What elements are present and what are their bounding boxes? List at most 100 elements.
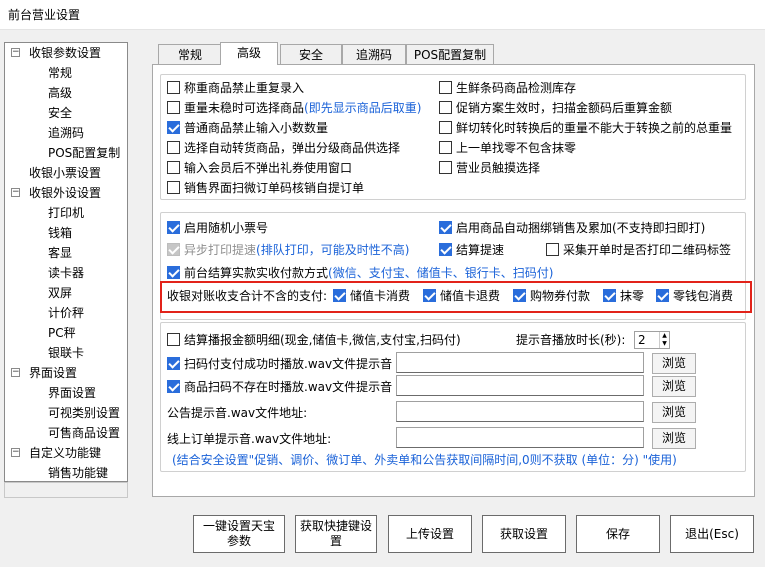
browse-button-online-order[interactable]: 浏览 bbox=[652, 428, 696, 449]
tab-pos-copy[interactable]: POS配置复制 bbox=[406, 44, 494, 65]
label-async-print: 异步打印提速(排队打印，可能及时性不高) bbox=[184, 243, 410, 257]
checkbox-auto-bundle[interactable] bbox=[439, 221, 452, 234]
checkbox-exclude-voucher[interactable] bbox=[513, 289, 526, 302]
label-collect-qr: 采集开单时是否打印二维码标签 bbox=[563, 243, 732, 257]
online-order-sound-path[interactable] bbox=[396, 427, 644, 448]
interval-note: (结合安全设置"促销、调价、微订单、外卖单和公告获取间隔时间,0则不获取 (单位… bbox=[172, 453, 677, 467]
label-auto-bundle: 启用商品自动捆绑销售及累加(不支持即扫即打) bbox=[456, 221, 706, 235]
stepper-down-icon[interactable]: ▼ bbox=[659, 340, 669, 348]
label-scan-missing-sound: 商品扫码不存在时播放.wav文件提示音 bbox=[184, 380, 393, 394]
tree-item-ui-settings-sub[interactable]: 界面设置 bbox=[48, 383, 96, 403]
checkbox-clerk-touch[interactable] bbox=[439, 161, 452, 174]
label-detail-broadcast: 结算播报金额明细(现金,储值卡,微信,支付宝,扫码付) bbox=[184, 333, 461, 347]
tree-item-peripherals[interactable]: − 收银外设设置 bbox=[11, 183, 101, 203]
tree-item-sellable-products[interactable]: 可售商品设置 bbox=[48, 423, 120, 443]
fetch-shortcut-button[interactable]: 获取快捷键设置 bbox=[295, 515, 377, 553]
label-scan-success-sound: 扫码付支付成功时播放.wav文件提示音 bbox=[184, 357, 393, 371]
label-no-decimal-qty: 普通商品禁止输入小数数量 bbox=[184, 121, 329, 135]
scan-missing-sound-path[interactable] bbox=[396, 375, 644, 396]
label-clerk-touch: 营业员触摸选择 bbox=[456, 161, 541, 175]
tree-item-security[interactable]: 安全 bbox=[48, 103, 72, 123]
tree-item-receipt-settings[interactable]: 收银小票设置 bbox=[29, 163, 101, 183]
tree-item-cashier-params[interactable]: − 收银参数设置 bbox=[11, 43, 101, 63]
settings-tree[interactable]: − 收银参数设置 常规 高级 安全 追溯码 POS配置复制 收银小票设置 − 收银外… bbox=[4, 42, 128, 482]
tree-item-trace-code[interactable]: 追溯码 bbox=[48, 123, 84, 143]
label-actual-payment: 前台结算实款实收付款方式(微信、支付宝、储值卡、银行卡、扫码付) bbox=[184, 266, 554, 280]
label-promo-recalc: 促销方案生效时，扫描金额码后重算金额 bbox=[456, 101, 673, 115]
label-checkout-speed: 结算提速 bbox=[456, 243, 505, 257]
window-title: 前台营业设置 bbox=[8, 8, 81, 22]
tree-item-printer[interactable]: 打印机 bbox=[48, 203, 84, 223]
label-scan-wechat-order: 销售界面扫微订单码核销自提订单 bbox=[184, 181, 365, 195]
fetch-settings-button[interactable]: 获取设置 bbox=[482, 515, 566, 553]
browse-button-scan-success[interactable]: 浏览 bbox=[652, 353, 696, 374]
label-exclude-wallet: 零钱包消费 bbox=[673, 289, 734, 303]
label-fresh-barcode-stock: 生鲜条码商品检测库存 bbox=[456, 81, 577, 95]
tree-item-pos-copy[interactable]: POS配置复制 bbox=[48, 143, 120, 163]
checkbox-no-repeat-weighed[interactable] bbox=[167, 81, 180, 94]
label-fresh-cut-weight: 鲜切转化时转换后的重量不能大于转换之前的总重量 bbox=[456, 121, 733, 135]
collapse-icon[interactable]: − bbox=[11, 448, 20, 457]
checkbox-detail-broadcast[interactable] bbox=[167, 333, 180, 346]
tree-item-cash-drawer[interactable]: 钱箱 bbox=[48, 223, 72, 243]
tree-item-unionpay[interactable]: 银联卡 bbox=[48, 343, 84, 363]
checkbox-auto-convert-popup[interactable] bbox=[167, 141, 180, 154]
checkbox-async-print[interactable] bbox=[167, 243, 180, 256]
checkbox-random-ticket[interactable] bbox=[167, 221, 180, 234]
tab-advanced[interactable]: 高级 bbox=[220, 42, 278, 65]
browse-button-scan-missing[interactable]: 浏览 bbox=[652, 376, 696, 397]
one-key-setup-button[interactable]: 一键设置天宝参数 bbox=[193, 515, 285, 553]
label-random-ticket: 启用随机小票号 bbox=[184, 221, 269, 235]
tree-horizontal-scrollbar[interactable] bbox=[4, 482, 128, 498]
checkbox-unstable-weight-select[interactable] bbox=[167, 101, 180, 114]
checkbox-fresh-cut-weight[interactable] bbox=[439, 121, 452, 134]
tab-security[interactable]: 安全 bbox=[280, 44, 342, 65]
tree-item-price-scale[interactable]: 计价秤 bbox=[48, 303, 84, 323]
notice-sound-path[interactable] bbox=[396, 401, 644, 422]
checkbox-fresh-barcode-stock[interactable] bbox=[439, 81, 452, 94]
checkbox-actual-payment[interactable] bbox=[167, 266, 180, 279]
tree-item-sales-keys[interactable]: 销售功能键 bbox=[48, 463, 108, 481]
scan-success-sound-path[interactable] bbox=[396, 352, 644, 373]
checkbox-exclude-rounding[interactable] bbox=[603, 289, 616, 302]
stepper-up-icon[interactable]: ▲ bbox=[659, 332, 669, 340]
checkbox-scan-wechat-order[interactable] bbox=[167, 181, 180, 194]
duration-stepper[interactable]: 2 ▲ ▼ bbox=[634, 331, 670, 349]
tree-item-custom-keys[interactable]: − 自定义功能键 bbox=[11, 443, 101, 463]
checkbox-scan-missing-sound[interactable] bbox=[167, 380, 180, 393]
checkbox-exclude-wallet[interactable] bbox=[656, 289, 669, 302]
upload-settings-button[interactable]: 上传设置 bbox=[388, 515, 472, 553]
label-unstable-weight-select: 重量未稳时可选择商品(即先显示商品后取重) bbox=[184, 101, 422, 115]
tree-item-customer-display[interactable]: 客显 bbox=[48, 243, 72, 263]
tree-item-ui-settings[interactable]: − 界面设置 bbox=[11, 363, 77, 383]
label-auto-convert-popup: 选择自动转货商品，弹出分级商品供选择 bbox=[184, 141, 401, 155]
label-exclude-rounding: 抹零 bbox=[620, 289, 645, 303]
checkbox-change-excl-rounding[interactable] bbox=[439, 141, 452, 154]
label-exclude-voucher: 购物券付款 bbox=[530, 289, 591, 303]
checkbox-promo-recalc[interactable] bbox=[439, 101, 452, 114]
checkbox-scan-success-sound[interactable] bbox=[167, 357, 180, 370]
collapse-icon[interactable]: − bbox=[11, 368, 20, 377]
browse-button-notice[interactable]: 浏览 bbox=[652, 402, 696, 423]
tree-item-general[interactable]: 常规 bbox=[48, 63, 72, 83]
duration-value: 2 bbox=[638, 333, 646, 347]
label-reconciliation-exclusion: 收银对账收支合计不含的支付: bbox=[167, 289, 328, 303]
tree-item-dual-screen[interactable]: 双屏 bbox=[48, 283, 72, 303]
tab-general[interactable]: 常规 bbox=[158, 44, 222, 65]
checkbox-no-coupon-popup[interactable] bbox=[167, 161, 180, 174]
tree-item-advanced[interactable]: 高级 bbox=[48, 83, 72, 103]
save-button[interactable]: 保存 bbox=[576, 515, 660, 553]
checkbox-checkout-speed[interactable] bbox=[439, 243, 452, 256]
checkbox-collect-qr[interactable] bbox=[546, 243, 559, 256]
tree-item-card-reader[interactable]: 读卡器 bbox=[48, 263, 84, 283]
checkbox-exclude-stored-card-refund[interactable] bbox=[423, 289, 436, 302]
tree-item-visible-categories[interactable]: 可视类别设置 bbox=[48, 403, 120, 423]
title-bar: 前台营业设置 bbox=[0, 0, 765, 30]
checkbox-no-decimal-qty[interactable] bbox=[167, 121, 180, 134]
collapse-icon[interactable]: − bbox=[11, 48, 20, 57]
tab-trace-code[interactable]: 追溯码 bbox=[342, 44, 406, 65]
tree-item-pc-scale[interactable]: PC秤 bbox=[48, 323, 76, 343]
collapse-icon[interactable]: − bbox=[11, 188, 20, 197]
exit-button[interactable]: 退出(Esc) bbox=[670, 515, 754, 553]
checkbox-exclude-stored-card-spend[interactable] bbox=[333, 289, 346, 302]
